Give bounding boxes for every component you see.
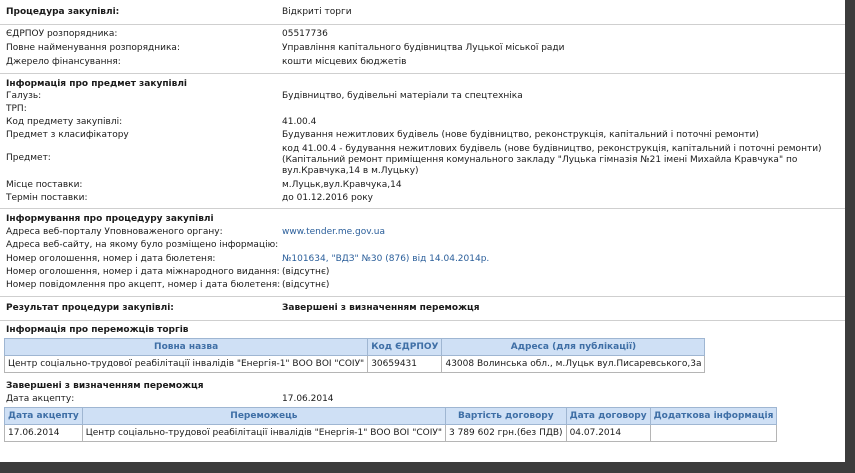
subject-line: вул.Кравчука,14 в м.Луцьку) bbox=[282, 166, 419, 176]
result-label: Результат процедури закупівлі: bbox=[6, 303, 174, 313]
notice-label: Номер оголошення, номер і дата бюлетеня: bbox=[6, 254, 216, 264]
classifier-row: Предмет з класифікатору Будування нежитл… bbox=[0, 129, 845, 143]
contract-accept-date-cell: 17.06.2014 bbox=[4, 424, 83, 442]
industry-label: Галузь: bbox=[6, 91, 42, 101]
edrpou-label: ЄДРПОУ розпорядника: bbox=[6, 29, 118, 39]
term-row: Термін поставки: до 01.12.2016 року bbox=[0, 192, 845, 206]
portal-link[interactable]: www.tender.me.gov.ua bbox=[282, 227, 385, 237]
industry-value: Будівництво, будівельні матеріали та спе… bbox=[282, 91, 523, 101]
code-label: Код предмету закупівлі: bbox=[6, 117, 123, 127]
notice-row: Номер оголошення, номер і дата бюлетеня:… bbox=[0, 253, 845, 267]
divider bbox=[0, 208, 845, 209]
term-label: Термін поставки: bbox=[6, 193, 88, 203]
winners-heading-row: Інформація про переможців торгів bbox=[0, 324, 845, 338]
divider bbox=[0, 24, 845, 25]
informing-heading-row: Інформування про процедуру закупівлі bbox=[0, 213, 845, 227]
completed-heading-row: Завершені з визначенням переможця bbox=[0, 380, 845, 394]
edrpou-value: 05517736 bbox=[282, 29, 328, 39]
winners-table: Повна назва Код ЄДРПОУ Адреса (для публі… bbox=[3, 338, 706, 373]
column-header: Переможець bbox=[81, 407, 446, 425]
place-label: Місце поставки: bbox=[6, 180, 83, 190]
winner-edrpou-cell: 30659431 bbox=[367, 355, 443, 373]
column-header: Дата акцепту bbox=[4, 407, 83, 425]
informing-heading: Інформування про процедуру закупівлі bbox=[6, 214, 214, 224]
industry-row: Галузь: Будівництво, будівельні матеріал… bbox=[0, 90, 845, 104]
trp-label: ТРП: bbox=[6, 104, 27, 114]
portal-label: Адреса веб-порталу Уповноваженого органу… bbox=[6, 227, 223, 237]
subject-description: код 41.00.4 - будування нежитлових будів… bbox=[282, 144, 822, 177]
notice-link[interactable]: №101634, "ВДЗ" №30 (876) від 14.04.2014р… bbox=[282, 254, 489, 264]
intl-row: Номер оголошення, номер і дата міжнародн… bbox=[0, 266, 845, 280]
term-value: до 01.12.2016 року bbox=[282, 193, 373, 203]
procedure-row: Процедура закупівлі: Відкриті торги bbox=[0, 6, 845, 20]
result-value: Завершені з визначенням переможця bbox=[282, 303, 480, 313]
funding-value: кошти місцевих бюджетів bbox=[282, 57, 407, 67]
funding-row: Джерело фінансування: кошти місцевих бюд… bbox=[0, 56, 845, 70]
site-row: Адреса веб-сайту, на якому було розміщен… bbox=[0, 239, 845, 253]
winners-heading: Інформація про переможців торгів bbox=[6, 325, 189, 335]
trp-row: ТРП: bbox=[0, 103, 845, 117]
funding-label: Джерело фінансування: bbox=[6, 57, 121, 67]
accept-notice-label: Номер повідомлення про акцепт, номер і д… bbox=[6, 280, 281, 290]
result-row: Результат процедури закупівлі: Завершені… bbox=[0, 302, 845, 316]
code-value: 41.00.4 bbox=[282, 117, 317, 127]
classifier-label: Предмет з класифікатору bbox=[6, 130, 129, 140]
column-header: Повна назва bbox=[3, 338, 369, 356]
intl-value: (відсутнє) bbox=[282, 267, 330, 277]
column-header: Адреса (для публікації) bbox=[441, 338, 706, 356]
accept-date-label: Дата акцепту: bbox=[6, 394, 75, 404]
divider bbox=[0, 296, 845, 297]
divider bbox=[0, 73, 845, 74]
edrpou-row: ЄДРПОУ розпорядника: 05517736 bbox=[0, 28, 845, 42]
contract-extra-cell bbox=[649, 424, 778, 442]
code-row: Код предмету закупівлі: 41.00.4 bbox=[0, 116, 845, 130]
place-row: Місце поставки: м.Луцьк,вул.Кравчука,14 bbox=[0, 179, 845, 193]
site-label: Адреса веб-сайту, на якому було розміщен… bbox=[6, 240, 279, 250]
tender-details-page: Процедура закупівлі: Відкриті торги ЄДРП… bbox=[0, 0, 845, 462]
table-header-row: Дата акцепту Переможець Вартість договор… bbox=[4, 407, 778, 425]
column-header: Додаткова інформація bbox=[649, 407, 778, 425]
accept-notice-value: (відсутнє) bbox=[282, 280, 330, 290]
table-row: 17.06.2014 Центр соціально-трудової реаб… bbox=[4, 424, 778, 442]
divider bbox=[0, 320, 845, 321]
winner-address-cell: 43008 Волинська обл., м.Луцьк вул.Писаре… bbox=[441, 355, 706, 373]
full-name-row: Повне найменування розпорядника: Управлі… bbox=[0, 42, 845, 56]
accept-notice-row: Номер повідомлення про акцепт, номер і д… bbox=[0, 279, 845, 293]
winner-name-cell: Центр соціально-трудової реабілітації ін… bbox=[3, 355, 369, 373]
full-name-value: Управління капітального будівництва Луць… bbox=[282, 43, 565, 53]
place-value: м.Луцьк,вул.Кравчука,14 bbox=[282, 180, 402, 190]
procedure-value: Відкриті торги bbox=[282, 7, 352, 17]
completed-heading: Завершені з визначенням переможця bbox=[6, 381, 204, 391]
contract-date-cell: 04.07.2014 bbox=[565, 424, 651, 442]
classifier-value: Будування нежитлових будівель (нове буді… bbox=[282, 130, 759, 140]
intl-label: Номер оголошення, номер і дата міжнародн… bbox=[6, 267, 280, 277]
contract-winner-cell: Центр соціально-трудової реабілітації ін… bbox=[81, 424, 446, 442]
portal-row: Адреса веб-порталу Уповноваженого органу… bbox=[0, 226, 845, 240]
subject-label: Предмет: bbox=[6, 153, 51, 163]
column-header: Дата договору bbox=[565, 407, 651, 425]
contracts-table: Дата акцепту Переможець Вартість договор… bbox=[4, 407, 778, 442]
subject-line: (Капітальний ремонт приміщення комунальн… bbox=[282, 155, 798, 165]
column-header: Вартість договору bbox=[444, 407, 567, 425]
subject-heading: Інформація про предмет закупівлі bbox=[6, 79, 187, 89]
table-row: Центр соціально-трудової реабілітації ін… bbox=[3, 355, 706, 373]
procedure-label: Процедура закупівлі: bbox=[6, 7, 120, 17]
column-header: Код ЄДРПОУ bbox=[367, 338, 443, 356]
subject-line: код 41.00.4 - будування нежитлових будів… bbox=[282, 144, 822, 154]
accept-date-value: 17.06.2014 bbox=[282, 394, 334, 404]
window-frame-right bbox=[845, 0, 855, 473]
table-header-row: Повна назва Код ЄДРПОУ Адреса (для публі… bbox=[3, 338, 706, 356]
accept-date-row: Дата акцепту: 17.06.2014 bbox=[0, 393, 845, 407]
full-name-label: Повне найменування розпорядника: bbox=[6, 43, 180, 53]
window-frame-bottom bbox=[0, 462, 855, 473]
contract-value-cell: 3 789 602 грн.(без ПДВ) bbox=[444, 424, 567, 442]
